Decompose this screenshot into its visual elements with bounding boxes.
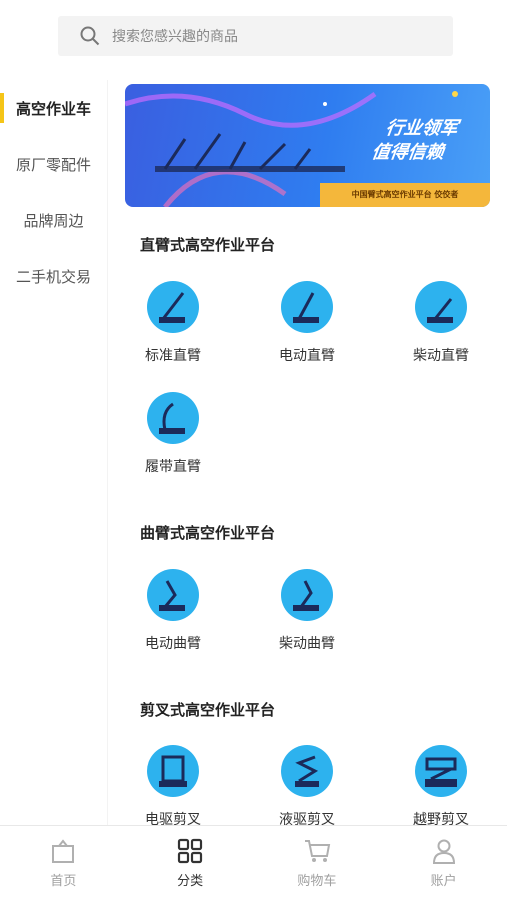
- category-label: 履带直臂: [145, 459, 201, 475]
- tab-cart[interactable]: 购物车: [254, 826, 381, 901]
- search-bar-container: 搜索您感兴趣的商品: [0, 0, 507, 72]
- articulated-lift-icon: [147, 569, 199, 621]
- promo-banner[interactable]: 行业领军 值得信赖 中国臂式高空作业平台 佼佼者: [125, 84, 490, 207]
- category-label: 标准直臂: [145, 348, 201, 364]
- category-label: 柴动曲臂: [279, 636, 335, 652]
- banner-headline-2: 值得信赖: [370, 142, 446, 163]
- banner-strip: 中国臂式高空作业平台 佼佼者: [320, 183, 490, 207]
- sidebar-item-used-trade[interactable]: 二手机交易: [0, 248, 107, 304]
- tab-label: 分类: [177, 874, 204, 889]
- tab-category[interactable]: 分类: [127, 826, 254, 901]
- boom-lift-icon: [147, 281, 199, 333]
- category-item[interactable]: 标准直臂: [113, 281, 233, 365]
- cart-icon: [304, 840, 331, 862]
- sidebar-item-label: 二手机交易: [15, 267, 91, 286]
- tab-label: 首页: [50, 874, 77, 889]
- search-placeholder: 搜索您感兴趣的商品: [112, 29, 238, 45]
- section-title-scissor-lift: 剪叉式高空作业平台: [140, 701, 276, 719]
- category-item[interactable]: 越野剪叉: [381, 745, 501, 825]
- scissor-lift-icon: [147, 745, 199, 797]
- category-label: 电动直臂: [279, 348, 335, 364]
- category-item[interactable]: 履带直臂: [113, 392, 233, 476]
- search-icon: [80, 26, 100, 46]
- crawler-boom-icon: [147, 392, 199, 444]
- category-label: 越野剪叉: [413, 812, 469, 825]
- category-item[interactable]: 电动曲臂: [113, 569, 233, 653]
- scissor-lift-icon: [415, 745, 467, 797]
- tab-label: 账户: [430, 874, 457, 889]
- category-item[interactable]: 电驱剪叉: [113, 745, 233, 825]
- category-label: 电驱剪叉: [145, 812, 201, 825]
- tab-home[interactable]: 首页: [0, 826, 127, 901]
- category-item[interactable]: 电动直臂: [247, 281, 367, 365]
- sidebar-item-aerial-vehicle[interactable]: 高空作业车: [0, 80, 107, 136]
- articulated-lift-icon: [281, 569, 333, 621]
- bottom-tab-bar: 首页 分类 购物车 账户: [0, 825, 507, 901]
- boom-lift-icon: [415, 281, 467, 333]
- category-content: 行业领军 值得信赖 中国臂式高空作业平台 佼佼者 直臂式高空作业平台 标准直臂 …: [107, 72, 507, 825]
- banner-headline-1: 行业领军: [384, 118, 460, 139]
- sidebar-item-parts[interactable]: 原厂零配件: [0, 136, 107, 192]
- tab-account[interactable]: 账户: [380, 826, 507, 901]
- section-title-articulated-boom: 曲臂式高空作业平台: [140, 524, 276, 542]
- sidebar-item-brand-merch[interactable]: 品牌周边: [0, 192, 107, 248]
- search-input[interactable]: 搜索您感兴趣的商品: [58, 16, 453, 56]
- category-label: 柴动直臂: [413, 348, 469, 364]
- scissor-lift-icon: [281, 745, 333, 797]
- category-item[interactable]: 柴动直臂: [381, 281, 501, 365]
- boom-lift-icon: [281, 281, 333, 333]
- section-title-straight-boom: 直臂式高空作业平台: [140, 236, 276, 254]
- category-item[interactable]: 液驱剪叉: [247, 745, 367, 825]
- category-sidebar: 高空作业车 原厂零配件 品牌周边 二手机交易: [0, 80, 108, 825]
- user-icon: [432, 839, 455, 864]
- category-icon: [178, 838, 203, 864]
- home-icon: [52, 839, 75, 863]
- sidebar-item-label: 品牌周边: [23, 211, 84, 230]
- category-label: 电动曲臂: [145, 636, 201, 652]
- category-label: 液驱剪叉: [279, 812, 335, 825]
- sidebar-item-label: 原厂零配件: [15, 155, 91, 174]
- tab-label: 购物车: [297, 874, 337, 889]
- category-item[interactable]: 柴动曲臂: [247, 569, 367, 653]
- sidebar-item-label: 高空作业车: [15, 99, 91, 118]
